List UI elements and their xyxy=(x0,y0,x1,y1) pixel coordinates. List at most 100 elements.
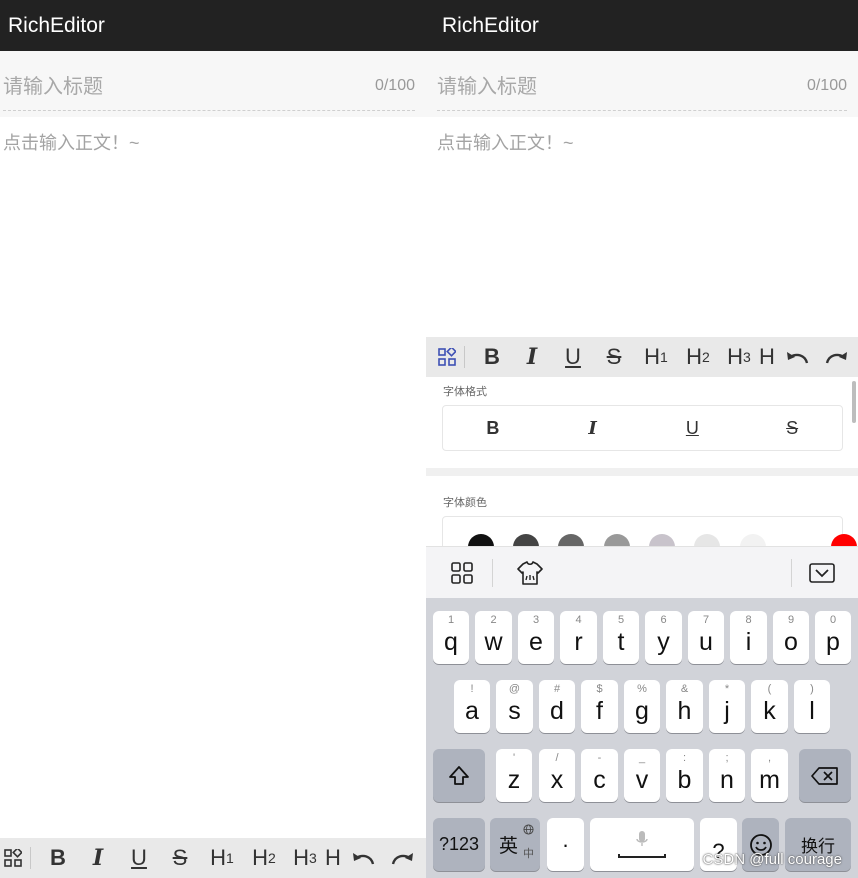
key-r[interactable]: 4r xyxy=(560,611,597,664)
bold-button[interactable]: B xyxy=(39,838,77,878)
key-sub-label: 5 xyxy=(617,614,625,626)
key-sub-label: ; xyxy=(725,752,729,764)
key-f[interactable]: $ f xyxy=(581,680,618,733)
panel-divider xyxy=(426,468,858,476)
heading3-letter: H xyxy=(727,344,744,369)
heading1-button[interactable]: H1 xyxy=(635,337,677,377)
key-sub-label: ( xyxy=(767,683,772,695)
key-d[interactable]: # d xyxy=(539,680,575,733)
skin-icon[interactable] xyxy=(516,559,544,587)
key-sub-label: / xyxy=(555,752,559,764)
panel-bold-button[interactable]: B xyxy=(463,418,523,439)
title-char-count: 0/100 xyxy=(806,77,847,94)
key-b[interactable]: :b xyxy=(666,749,703,802)
grid-icon[interactable] xyxy=(2,838,24,878)
italic-button[interactable]: I xyxy=(511,337,553,377)
redo-icon[interactable] xyxy=(383,838,423,878)
key-t[interactable]: 5t xyxy=(603,611,639,664)
key-z[interactable]: ' z xyxy=(496,749,532,802)
key-sub-label: * xyxy=(724,683,730,695)
key-w[interactable]: 2w xyxy=(475,611,512,664)
soft-keyboard: 1q 2w 3e 4r 5t 6y 7u 8i 9o 0p ! a @ s # d $… xyxy=(426,598,858,878)
space-key[interactable] xyxy=(590,818,694,871)
panel-underline-button[interactable]: U xyxy=(662,418,722,439)
redo-icon[interactable] xyxy=(817,337,857,377)
heading3-letter: H xyxy=(293,845,310,870)
heading4-button[interactable]: H xyxy=(759,337,777,377)
font-color-box xyxy=(442,516,857,547)
key-label: r xyxy=(574,628,583,656)
grid-icon[interactable] xyxy=(436,337,458,377)
key-label: q xyxy=(444,628,458,656)
underline-button[interactable]: U xyxy=(553,337,593,377)
key-v[interactable]: _ v xyxy=(624,749,660,802)
collapse-keyboard-icon[interactable] xyxy=(808,559,836,587)
key-e[interactable]: 3e xyxy=(518,611,554,664)
key-y[interactable]: 6y xyxy=(645,611,682,664)
key-label: a xyxy=(465,697,479,725)
key-label: s xyxy=(508,697,521,725)
key-sub-label: 2 xyxy=(490,614,497,626)
shift-icon xyxy=(433,749,485,802)
heading2-letter: H xyxy=(252,845,269,870)
title-input[interactable]: 请输入标题 0/100 xyxy=(0,51,426,117)
undo-icon[interactable] xyxy=(777,337,817,377)
heading2-button[interactable]: H2 xyxy=(243,838,285,878)
key-s[interactable]: @ s xyxy=(496,680,533,733)
key-m[interactable]: ,m xyxy=(751,749,788,802)
key-j[interactable]: * j xyxy=(709,680,745,733)
grid-icon[interactable] xyxy=(448,559,476,587)
key-h[interactable]: & h xyxy=(666,680,703,733)
panel-italic-button[interactable]: I xyxy=(563,418,623,439)
key-g[interactable]: % g xyxy=(624,680,660,733)
key-k[interactable]: (k xyxy=(751,680,788,733)
title-input[interactable]: 请输入标题 0/100 xyxy=(426,51,858,117)
heading2-button[interactable]: H2 xyxy=(677,337,719,377)
key-sub-label: # xyxy=(553,683,561,695)
key-label: u xyxy=(699,628,713,656)
title-placeholder: 请输入标题 xyxy=(3,76,103,98)
title-placeholder: 请输入标题 xyxy=(437,76,537,98)
key-label: x xyxy=(550,766,564,794)
font-format-box: B I U S xyxy=(442,405,843,451)
space-bar-icon xyxy=(618,854,666,858)
body-input[interactable]: 点击输入正文！~ xyxy=(3,129,140,155)
body-input[interactable]: 点击输入正文！~ xyxy=(437,129,574,155)
underline-button[interactable]: U xyxy=(119,838,159,878)
app-bar: RichEditor xyxy=(0,0,426,51)
backspace-icon xyxy=(799,749,851,802)
dot-key[interactable]: · xyxy=(547,818,584,871)
strikethrough-button[interactable]: S xyxy=(159,838,201,878)
key-label: m xyxy=(759,766,780,794)
heading4-button[interactable]: H xyxy=(325,838,343,878)
heading1-button[interactable]: H1 xyxy=(201,838,243,878)
key-u[interactable]: 7u xyxy=(688,611,724,664)
key-p[interactable]: 0p xyxy=(815,611,851,664)
italic-button[interactable]: I xyxy=(77,838,119,878)
font-format-label: 字体格式 xyxy=(443,386,487,398)
key-o[interactable]: 9o xyxy=(773,611,809,664)
shift-key[interactable] xyxy=(433,749,485,802)
key-i[interactable]: 8i xyxy=(730,611,767,664)
key-label: z xyxy=(507,766,521,794)
bold-button[interactable]: B xyxy=(473,337,511,377)
language-switch-key[interactable]: 英 中 xyxy=(490,818,540,871)
heading3-button[interactable]: H3 xyxy=(285,838,325,878)
key-c[interactable]: -c xyxy=(581,749,618,802)
panel-strikethrough-button[interactable]: S xyxy=(762,418,822,439)
numbers-key[interactable]: ?123 xyxy=(433,818,485,871)
panel-scrollbar[interactable] xyxy=(852,381,856,423)
undo-icon[interactable] xyxy=(343,838,383,878)
keyboard-divider xyxy=(492,559,493,587)
toolbar-divider xyxy=(464,346,465,368)
heading3-button[interactable]: H3 xyxy=(719,337,759,377)
key-l[interactable]: ) l xyxy=(794,680,830,733)
key-x[interactable]: / x xyxy=(539,749,575,802)
backspace-key[interactable] xyxy=(799,749,851,802)
strikethrough-button[interactable]: S xyxy=(593,337,635,377)
key-label: v xyxy=(635,766,649,794)
key-sub-label: : xyxy=(682,752,687,764)
key-n[interactable]: ; n xyxy=(709,749,745,802)
key-a[interactable]: ! a xyxy=(454,680,490,733)
key-q[interactable]: 1q xyxy=(433,611,469,664)
